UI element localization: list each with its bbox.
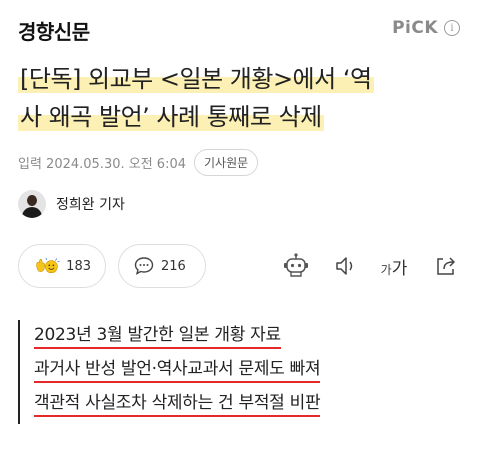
- comment-button[interactable]: 216: [118, 244, 206, 288]
- font-size-icon: 가가: [380, 258, 408, 279]
- font-size-button[interactable]: 가가: [378, 250, 410, 282]
- headline-line: [단독] 외교부 <일본 개황>에서 ‘역: [18, 65, 374, 93]
- summary-line: 2023년 3월 발간한 일본 개황 자료: [34, 320, 458, 354]
- headline-line: 사 왜곡 발언’ 사례 통째로 삭제: [18, 103, 324, 131]
- reaction-button[interactable]: 183: [18, 244, 106, 288]
- article-meta: 입력 2024.05.30. 오전 6:04 기사원문: [18, 149, 259, 176]
- headline: [단독] 외교부 <일본 개황>에서 ‘역 사 왜곡 발언’ 사례 통째로 삭제: [18, 60, 466, 136]
- comment-icon: [134, 257, 154, 275]
- reaction-emoji-icon: [36, 257, 60, 274]
- pick-label: PiCK: [392, 18, 438, 38]
- share-button[interactable]: [430, 250, 462, 282]
- reaction-count: 183: [66, 258, 91, 274]
- avatar-body: [22, 207, 42, 218]
- reporter-avatar[interactable]: [18, 190, 46, 218]
- press-logo[interactable]: 경향신문: [18, 16, 90, 45]
- share-icon: [437, 257, 455, 275]
- action-bar: 183 216 가가: [0, 244, 480, 292]
- header: 경향신문 PiCK i: [0, 0, 480, 58]
- original-article-button[interactable]: 기사원문: [194, 149, 259, 176]
- summary-bot-button[interactable]: [280, 250, 312, 282]
- summary-line: 과거사 반성 발언·역사교과서 문제도 빠져: [34, 354, 458, 388]
- reporter-name[interactable]: 정희완 기자: [56, 194, 125, 214]
- pick-badge[interactable]: PiCK i: [392, 18, 460, 38]
- audio-button[interactable]: [330, 250, 362, 282]
- summary-bot-icon: [284, 253, 308, 277]
- avatar-head: [27, 195, 37, 206]
- summary-line: 객관적 사실조차 삭제하는 건 부적절 비판: [34, 388, 458, 422]
- comment-count: 216: [161, 258, 186, 274]
- article-summary: 2023년 3월 발간한 일본 개황 자료 과거사 반성 발언·역사교과서 문제…: [18, 320, 458, 424]
- audio-icon: [336, 257, 353, 275]
- info-icon[interactable]: i: [444, 20, 460, 36]
- published-date: 입력 2024.05.30. 오전 6:04: [18, 157, 186, 172]
- reporter[interactable]: 정희완 기자: [18, 190, 125, 218]
